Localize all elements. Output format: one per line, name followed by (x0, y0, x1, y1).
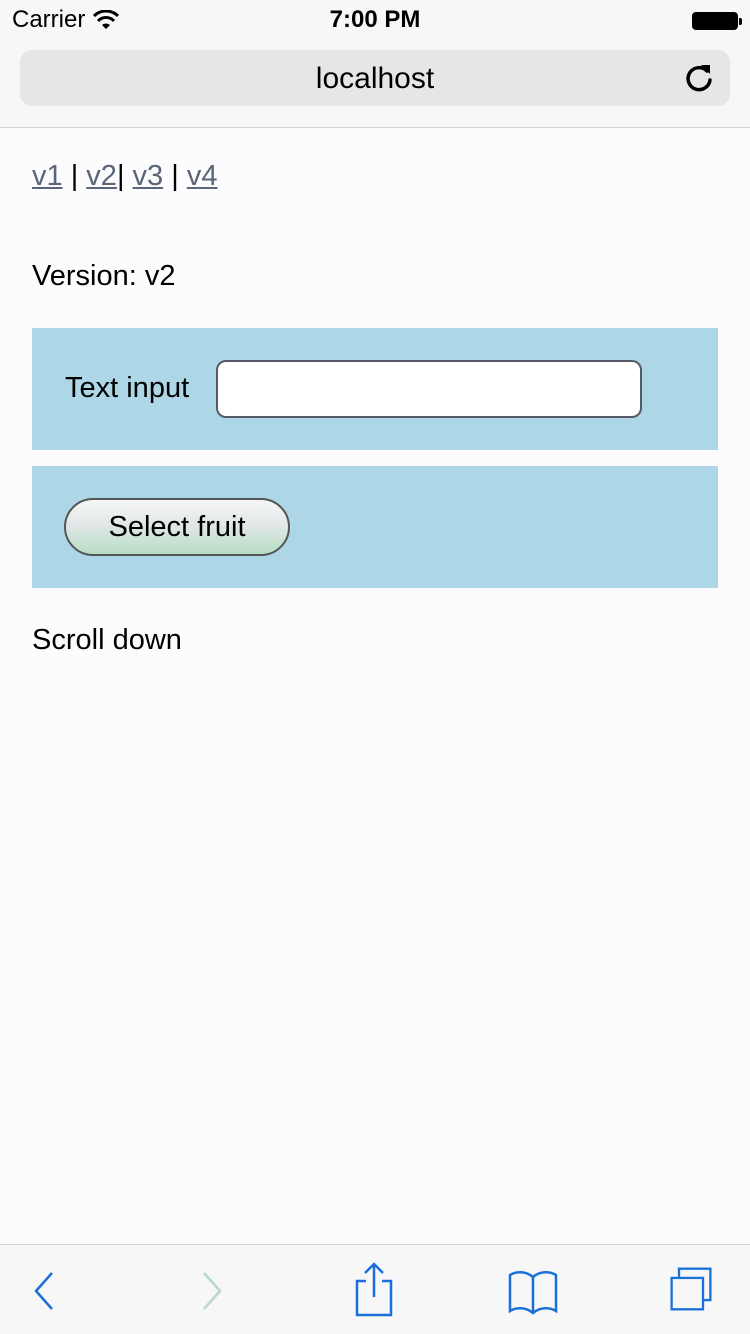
reload-icon[interactable] (684, 62, 714, 94)
select-fruit-panel: Select fruit (32, 466, 718, 588)
nav-link-v4[interactable]: v4 (187, 160, 218, 192)
address-bar[interactable]: localhost (20, 50, 730, 106)
back-icon[interactable] (24, 1267, 74, 1315)
nav-link-v2[interactable]: v2 (86, 160, 117, 192)
text-input-field[interactable] (216, 360, 642, 418)
battery-icon (692, 12, 742, 30)
version-nav: v1 | v2| v3 | v4 (32, 160, 718, 200)
nav-separator: | (62, 160, 87, 192)
url-text[interactable]: localhost (20, 62, 730, 96)
bookmarks-icon[interactable] (508, 1267, 558, 1315)
forward-icon[interactable] (186, 1267, 236, 1315)
status-bar: Carrier 7:00 PM (0, 0, 750, 40)
text-input-label: Text input (65, 372, 190, 404)
nav-separator: | (116, 160, 133, 192)
page-content: v1 | v2| v3 | v4 Version: v2 Text input … (32, 160, 718, 656)
nav-link-v1[interactable]: v1 (32, 160, 63, 192)
browser-chrome: Carrier 7:00 PM localhost (0, 0, 750, 128)
nav-separator: | (163, 160, 187, 192)
share-icon[interactable] (349, 1261, 399, 1317)
version-label: Version: v2 (32, 260, 176, 292)
browser-toolbar (0, 1244, 750, 1334)
nav-link-v3[interactable]: v3 (133, 160, 164, 192)
text-input-panel: Text input (32, 328, 718, 450)
tabs-icon[interactable] (666, 1265, 716, 1313)
status-time: 7:00 PM (329, 6, 421, 33)
scroll-down-text: Scroll down (32, 624, 182, 656)
select-fruit-button[interactable]: Select fruit (64, 498, 290, 556)
